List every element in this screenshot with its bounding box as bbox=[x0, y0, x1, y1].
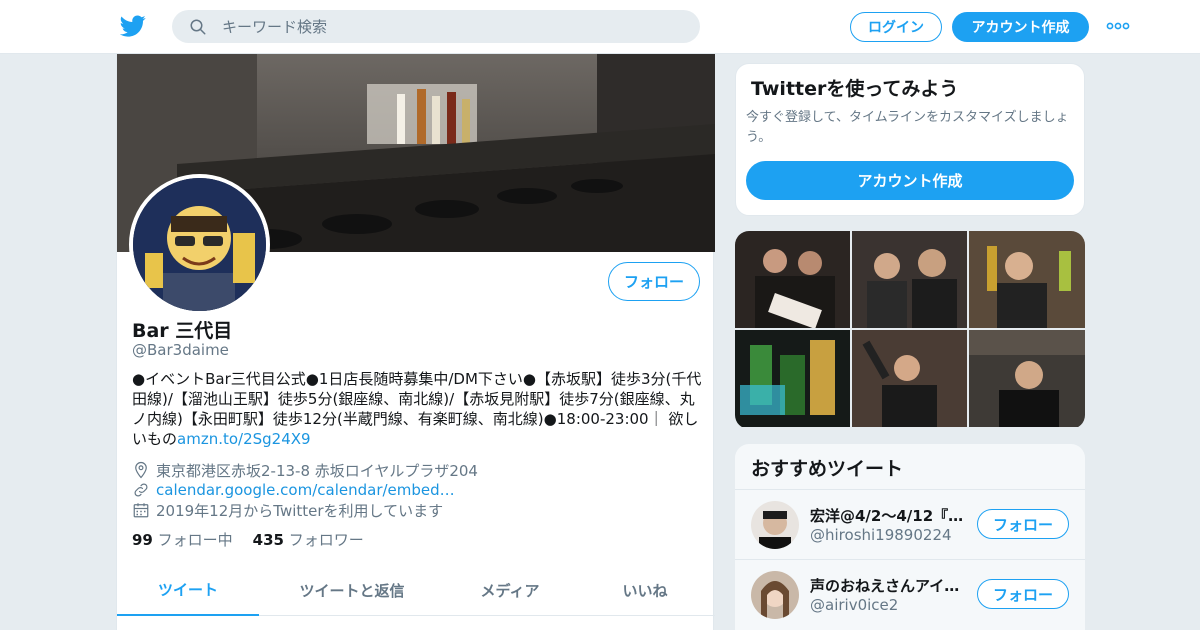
avatar[interactable] bbox=[751, 501, 799, 549]
following-label: フォロー中 bbox=[157, 531, 233, 549]
signup-card: Twitterを使ってみよう 今すぐ登録して、タイムラインをカスタマイズしましょ… bbox=[735, 63, 1085, 216]
tab-tweets-and-replies[interactable]: ツイートと返信 bbox=[259, 564, 445, 616]
media-grid bbox=[735, 231, 1085, 429]
follow-button[interactable]: フォロー bbox=[977, 579, 1069, 609]
search-input[interactable] bbox=[222, 10, 682, 43]
recommended-user[interactable]: 宏洋@4/2〜4/12『へ… @hiroshi19890224 フォロー bbox=[735, 489, 1085, 559]
profile-avatar[interactable] bbox=[129, 174, 270, 315]
follow-button[interactable]: フォロー bbox=[608, 262, 700, 301]
calendar-icon bbox=[133, 503, 149, 518]
more-dots-icon[interactable] bbox=[1106, 18, 1130, 34]
login-button[interactable]: ログイン bbox=[850, 12, 942, 42]
profile-tabs: ツイート ツイートと返信 メディア いいね bbox=[117, 564, 715, 616]
profile-handle[interactable]: @Bar3daime bbox=[132, 341, 229, 359]
joined-text: 2019年12月からTwitterを利用しています bbox=[156, 501, 444, 520]
profile-location: 東京都港区赤坂2-13-8 赤坂ロイヤルプラザ204 bbox=[132, 460, 702, 480]
bio-link[interactable]: amzn.to/2Sg24X9 bbox=[177, 430, 311, 448]
location-pin-icon bbox=[135, 461, 147, 479]
recommended-user-handle: @hiroshi19890224 bbox=[810, 526, 952, 544]
link-icon bbox=[134, 483, 148, 497]
profile-name: Bar 三代目 bbox=[132, 320, 233, 342]
search-bar bbox=[172, 10, 700, 43]
recommended-user-name[interactable]: 声のおねえさんアイ… bbox=[810, 575, 970, 596]
media-thumbnail[interactable] bbox=[735, 330, 850, 427]
recommended-user-handle: @airiv0ice2 bbox=[810, 596, 899, 614]
recommended-user[interactable]: 声のおねえさんアイ… @airiv0ice2 フォロー bbox=[735, 559, 1085, 629]
signup-button[interactable]: アカウント作成 bbox=[952, 12, 1089, 42]
signup-card-title: Twitterを使ってみよう bbox=[751, 78, 959, 100]
location-text: 東京都港区赤坂2-13-8 赤坂ロイヤルプラザ204 bbox=[156, 461, 478, 480]
recommended-title: おすすめツイート bbox=[751, 458, 904, 480]
avatar[interactable] bbox=[751, 571, 799, 619]
media-thumbnail[interactable] bbox=[735, 231, 850, 328]
tab-media[interactable]: メディア bbox=[445, 564, 575, 616]
following-count: 99 bbox=[132, 531, 153, 549]
signup-card-button[interactable]: アカウント作成 bbox=[746, 161, 1074, 200]
media-thumbnail[interactable] bbox=[969, 231, 1085, 328]
media-thumbnail[interactable] bbox=[852, 231, 967, 328]
tab-tweets[interactable]: ツイート bbox=[117, 564, 259, 616]
top-navigation-bar: ログイン アカウント作成 bbox=[0, 0, 1200, 54]
follow-button[interactable]: フォロー bbox=[977, 509, 1069, 539]
profile-website: calendar.google.com/calendar/embed… bbox=[132, 480, 702, 500]
followers-count: 435 bbox=[252, 531, 284, 549]
search-icon bbox=[190, 19, 206, 35]
website-link[interactable]: calendar.google.com/calendar/embed… bbox=[156, 481, 455, 499]
signup-card-description: 今すぐ登録して、タイムラインをカスタマイズしましょう。 bbox=[746, 110, 1069, 145]
media-thumbnail[interactable] bbox=[852, 330, 967, 427]
profile-column: フォロー Bar 三代目 @Bar3daime ●イベントBar三代目公式●1日… bbox=[116, 54, 715, 630]
profile-stats: 99 フォロー中 435 フォロワー bbox=[132, 529, 364, 550]
media-thumbnail[interactable] bbox=[969, 330, 1085, 427]
followers-stat[interactable]: 435 フォロワー bbox=[253, 529, 364, 550]
profile-bio: ●イベントBar三代目公式●1日店長随時募集中/DM下さい●【赤坂駅】徒歩3分(… bbox=[132, 369, 702, 449]
profile-joined: 2019年12月からTwitterを利用しています bbox=[132, 500, 702, 520]
tab-likes[interactable]: いいね bbox=[575, 564, 715, 616]
recommended-user-name[interactable]: 宏洋@4/2〜4/12『へ… bbox=[810, 505, 970, 526]
twitter-bird-icon[interactable] bbox=[120, 13, 146, 39]
followers-label: フォロワー bbox=[288, 531, 364, 549]
recommended-users-card: おすすめツイート 宏洋@4/2〜4/12『へ… @hiroshi19890224… bbox=[735, 444, 1085, 630]
following-stat[interactable]: 99 フォロー中 bbox=[132, 529, 233, 550]
